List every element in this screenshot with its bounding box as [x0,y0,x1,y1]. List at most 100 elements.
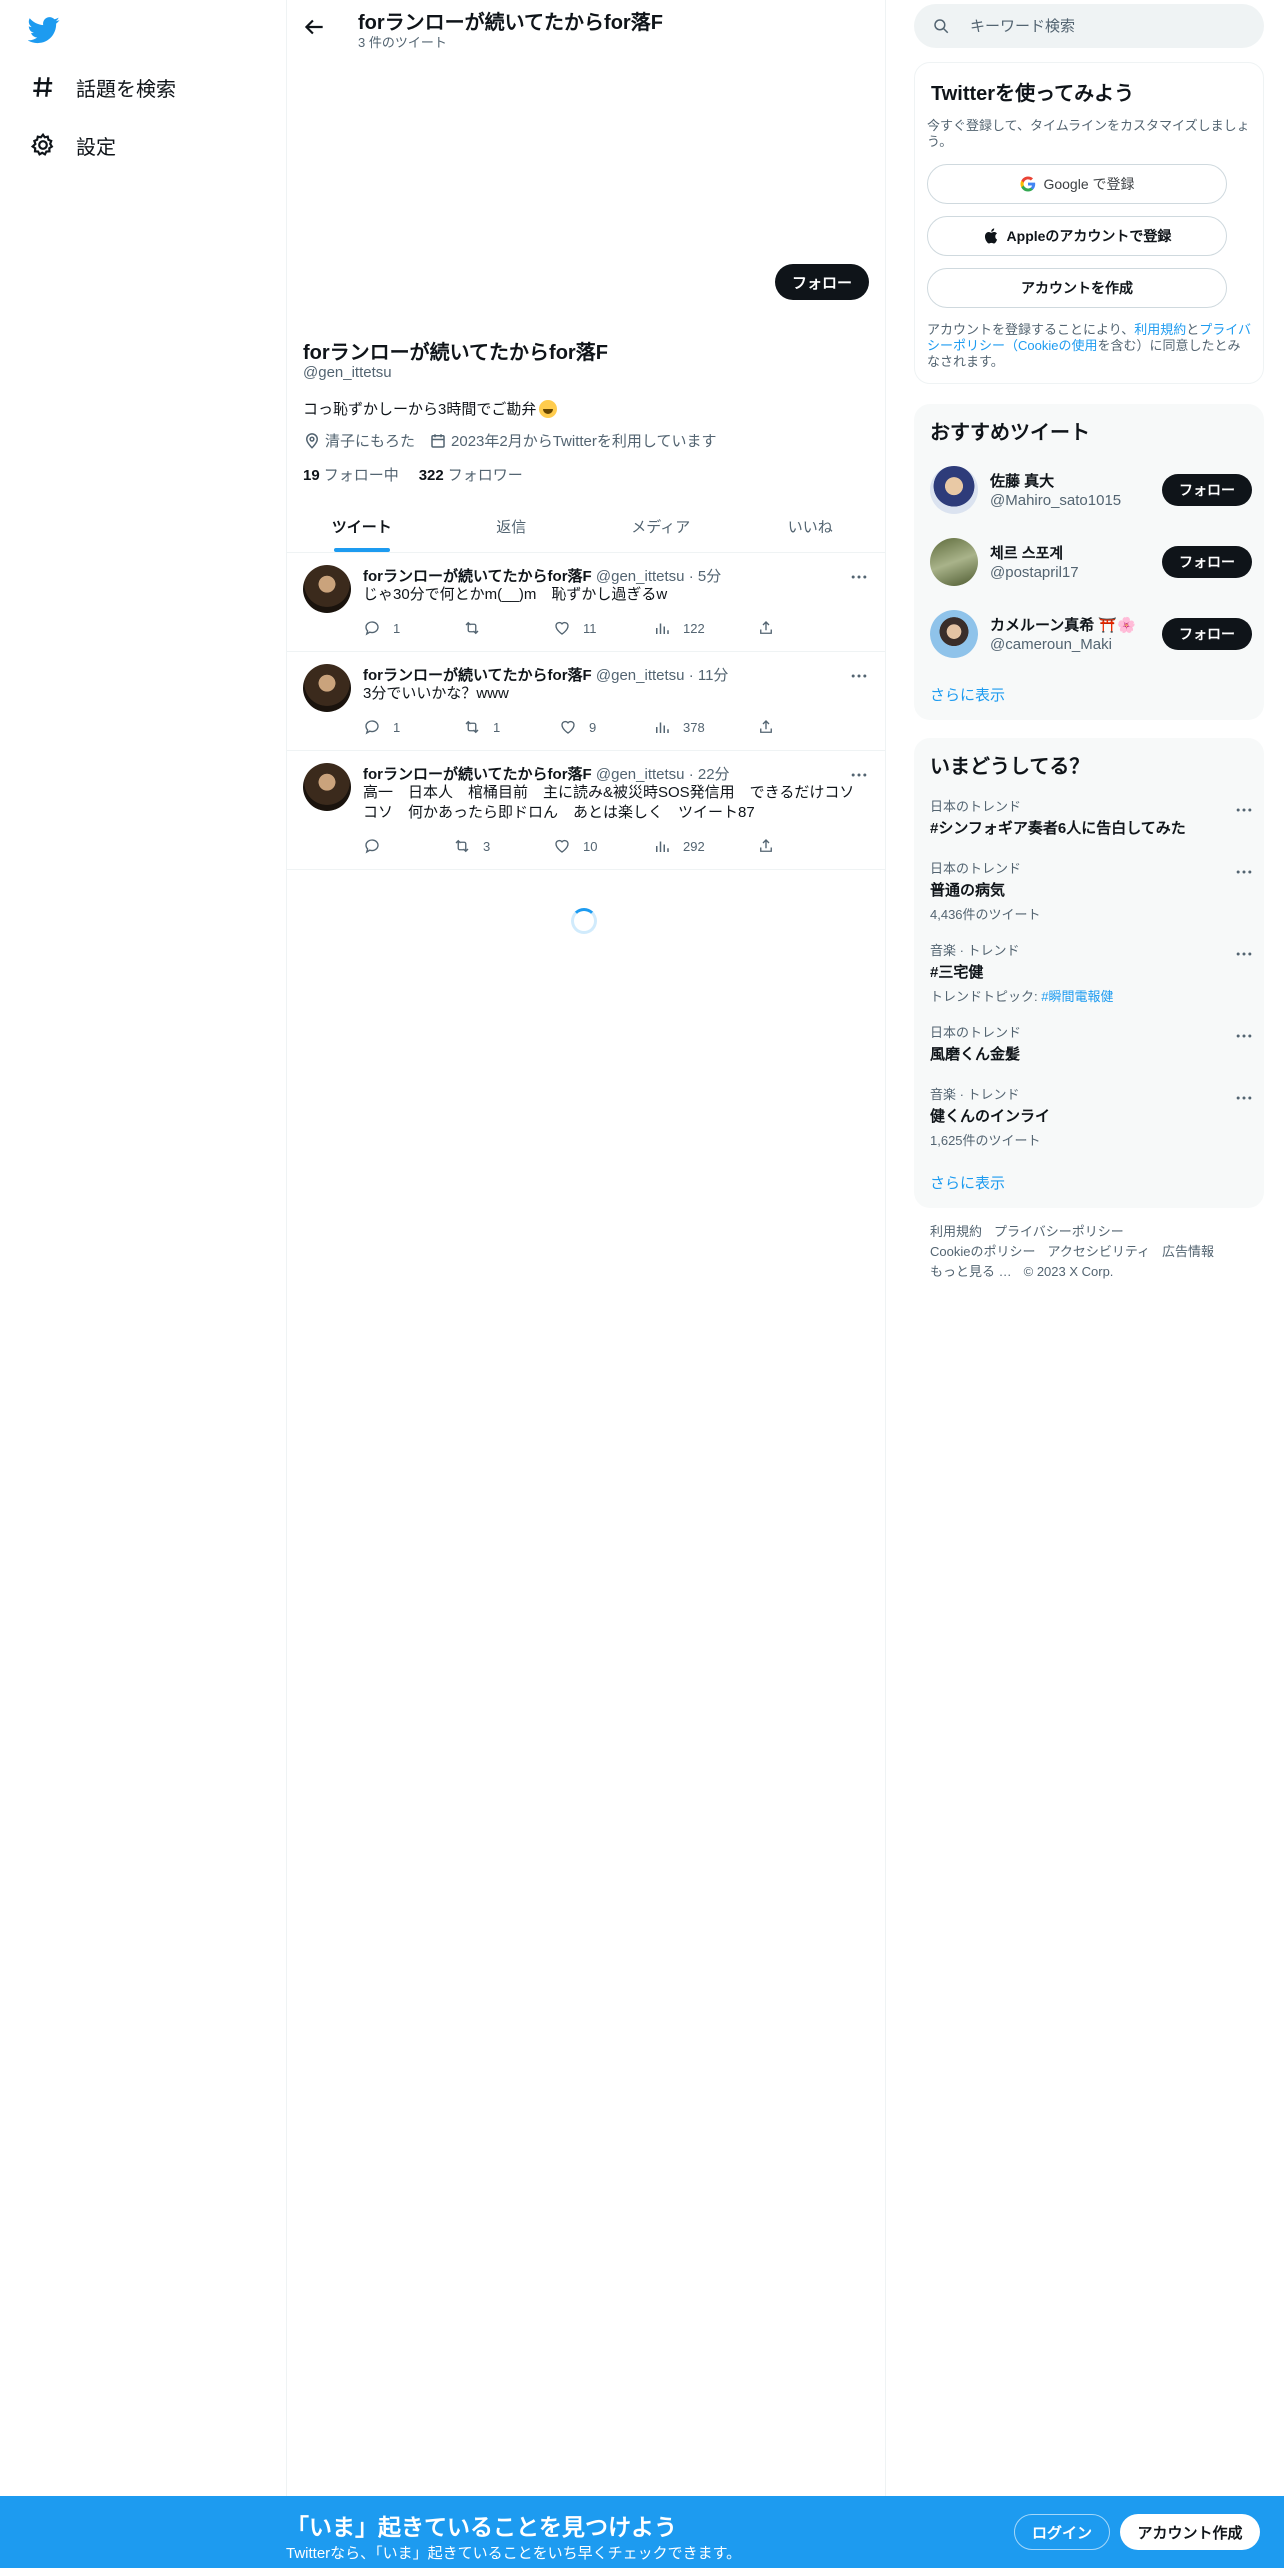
avatar[interactable] [303,664,351,712]
footer-cookie-link[interactable]: Cookieのポリシー [930,1244,1035,1259]
share-button[interactable] [757,837,787,855]
create-account-button[interactable]: アカウントを作成 [927,268,1227,308]
follow-user-button[interactable]: フォロー [1162,618,1252,650]
tweet-author-handle[interactable]: @gen_ittetsu [596,766,685,783]
trend-item[interactable]: 日本のトレンド 風磨くん金髪 [930,1022,1252,1064]
reply-button[interactable]: 1 [363,619,400,637]
tab-replies[interactable]: 返信 [437,500,587,552]
footer-terms-link[interactable]: 利用規約 [930,1224,982,1239]
profile-handle: @gen_ittetsu [303,364,392,381]
google-signup-button[interactable]: Google で登録 [927,164,1227,204]
back-arrow-icon[interactable] [301,14,327,40]
show-more-trends-link[interactable]: さらに表示 [930,1172,1005,1193]
more-options-icon[interactable] [1234,1026,1254,1046]
views-button[interactable]: 292 [653,837,705,855]
more-options-icon[interactable] [1234,862,1254,882]
twitter-bird-icon[interactable] [28,14,60,46]
trend-tweet-count: 1,625件のツイート [930,1133,1041,1148]
retweet-icon [465,621,479,635]
tweet-author-name[interactable]: forランローが続いてたからfor落F [363,766,592,783]
more-options-icon[interactable] [1234,944,1254,964]
like-count: 9 [589,719,597,735]
trend-item[interactable]: 日本のトレンド 普通の病気 4,436件のツイート [930,858,1252,923]
retweet-button[interactable]: 3 [453,837,490,855]
like-count: 11 [583,620,597,636]
share-button[interactable] [757,619,787,637]
retweet-button[interactable]: 1 [463,718,500,736]
tweet[interactable]: forランローが続いてたからfor落F @gen_ittetsu · 22分 高… [287,751,885,870]
footer-accessibility-link[interactable]: アクセシビリティ [1047,1244,1150,1259]
apple-signup-button[interactable]: Appleのアカウントで登録 [927,216,1227,256]
signup-button[interactable]: アカウント作成 [1120,2514,1260,2550]
like-button[interactable]: 10 [553,837,597,855]
tweet-author-handle[interactable]: @gen_ittetsu [596,568,685,585]
tab-likes[interactable]: いいね [736,500,886,552]
retweet-button[interactable] [463,619,493,637]
tweet[interactable]: forランローが続いてたからfor落F @gen_ittetsu · 5分 じゃ… [287,553,885,652]
avatar[interactable] [303,763,351,811]
trend-context: 日本のトレンド [930,861,1022,876]
trend-item[interactable]: 日本のトレンド #シンフォギア奏者6人に告白してみた [930,796,1252,838]
trend-context: 音楽 · トレンド [930,943,1020,958]
avatar[interactable] [930,466,978,514]
tweet-author-handle[interactable]: @gen_ittetsu [596,667,685,684]
reply-button[interactable] [363,837,393,855]
views-count: 122 [683,620,705,636]
following-link[interactable]: 19 フォロー中 [303,464,399,485]
more-options-icon[interactable] [849,666,869,686]
suggested-user-name[interactable]: カメルーン真希 ⛩️🌸 [990,614,1140,635]
follow-user-button[interactable]: フォロー [1162,546,1252,578]
retweet-icon [455,839,469,853]
avatar[interactable] [930,610,978,658]
share-icon [760,621,772,634]
search-input[interactable] [970,17,1250,35]
views-button[interactable]: 378 [653,718,705,736]
legal-and: と [1186,322,1200,337]
more-options-icon[interactable] [1234,1088,1254,1108]
more-options-icon[interactable] [1234,800,1254,820]
tweet-author-name[interactable]: forランローが続いてたからfor落F [363,568,592,585]
more-options-icon[interactable] [849,765,869,785]
tweet-author-name[interactable]: forランローが続いてたからfor落F [363,667,592,684]
terms-link[interactable]: 利用規約 [1134,322,1186,337]
more-options-icon[interactable] [849,567,869,587]
avatar[interactable] [303,565,351,613]
reply-button[interactable]: 1 [363,718,400,736]
tab-tweets[interactable]: ツイート [287,500,437,552]
suggested-user[interactable]: カメルーン真希 ⛩️🌸 @cameroun_Maki フォロー [930,610,1252,662]
footer-ads-link[interactable]: 広告情報 [1162,1244,1214,1259]
trend-context: 音楽 · トレンド [930,1087,1020,1102]
nav-explore[interactable]: 話題を検索 [30,67,176,107]
login-button[interactable]: ログイン [1014,2514,1110,2550]
followers-link[interactable]: 322 フォロワー [419,464,523,485]
trend-topic-link[interactable]: #瞬間電報健 [1041,989,1113,1004]
follow-button[interactable]: フォロー [775,264,869,300]
nav-settings[interactable]: 設定 [30,125,116,165]
like-button[interactable]: 9 [559,718,596,736]
tweet-time[interactable]: 5分 [698,568,721,585]
tweet-header: forランローが続いてたからfor落F @gen_ittetsu · 5分 [363,565,721,586]
like-button[interactable]: 11 [553,619,597,637]
views-button[interactable]: 122 [653,619,705,637]
trend-item[interactable]: 音楽 · トレンド 健くんのインライ 1,625件のツイート [930,1084,1252,1149]
tweet-time[interactable]: 11分 [698,667,729,684]
profile-tabs: ツイート 返信 メディア いいね [287,500,885,553]
tweet[interactable]: forランローが続いてたからfor落F @gen_ittetsu · 11分 3… [287,652,885,751]
suggested-user-name[interactable]: 佐藤 真大 [990,470,1140,491]
profile-stats: 19 フォロー中 322 フォロワー [303,464,523,485]
follow-user-button[interactable]: フォロー [1162,474,1252,506]
show-more-users-link[interactable]: さらに表示 [930,684,1005,705]
retweet-count: 1 [493,719,501,735]
tab-media[interactable]: メディア [586,500,736,552]
search-bar[interactable] [914,4,1264,48]
suggested-user-name[interactable]: 체르 스포계 [990,542,1140,563]
tweet-dot: · [688,568,694,585]
suggested-user[interactable]: 佐藤 真大 @Mahiro_sato1015 フォロー [930,466,1252,518]
footer-more-link[interactable]: もっと見る … [930,1264,1012,1279]
tweet-time[interactable]: 22分 [698,766,730,783]
trend-item[interactable]: 音楽 · トレンド #三宅健 トレンドトピック: #瞬間電報健 [930,940,1252,1005]
avatar[interactable] [930,538,978,586]
share-button[interactable] [757,718,787,736]
suggested-user[interactable]: 체르 스포계 @postapril17 フォロー [930,538,1252,590]
footer-privacy-link[interactable]: プライバシーポリシー [994,1224,1124,1239]
